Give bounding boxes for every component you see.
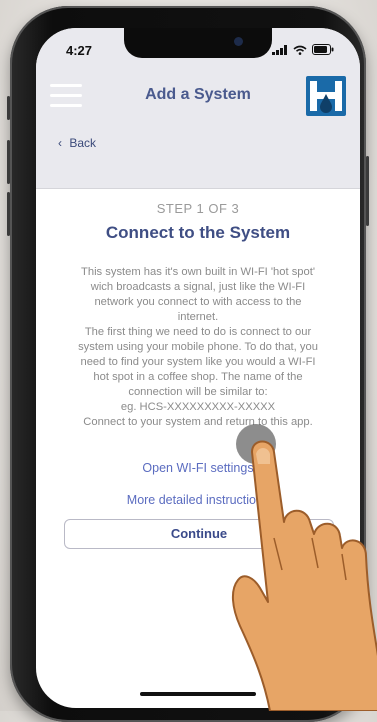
description-line: Connect to your system and return to thi… xyxy=(83,416,313,428)
step-description: This system has it's own built in WI-FI … xyxy=(48,265,348,430)
description-line: connection will be similar to: xyxy=(128,386,268,398)
camera xyxy=(234,37,243,46)
step-counter: STEP 1 OF 3 xyxy=(156,201,240,216)
chevron-left-icon: ‹ xyxy=(58,136,62,150)
description-line: need to find your system like you would … xyxy=(80,356,316,368)
description-line: hot spot in a coffee shop. The name of t… xyxy=(93,371,303,383)
volume-button xyxy=(7,140,10,184)
description-line: internet. xyxy=(177,311,219,323)
description-line: eg. HCS-XXXXXXXXX-XXXXX xyxy=(120,401,276,413)
volume-button xyxy=(7,96,10,120)
back-button[interactable]: ‹ Back xyxy=(58,136,96,150)
status-time: 4:27 xyxy=(66,43,93,58)
volume-button xyxy=(7,192,10,236)
hand-pointer-icon xyxy=(232,440,377,711)
description-line: system using your mobile phone. To do th… xyxy=(78,341,318,353)
description-line: wich broadcasts a signal, just like the … xyxy=(90,281,306,293)
logo-icon xyxy=(306,76,346,116)
signal-icon xyxy=(272,44,287,55)
power-button xyxy=(366,156,369,226)
notch xyxy=(124,28,272,58)
status-icons xyxy=(272,44,334,55)
wifi-icon xyxy=(293,45,307,55)
step-title: Connect to the System xyxy=(105,223,291,242)
back-label: Back xyxy=(69,136,97,150)
description-line: The first thing we need to do is connect… xyxy=(84,326,312,338)
battery-icon xyxy=(312,44,334,55)
description-line: This system has it's own built in WI-FI … xyxy=(81,266,315,278)
description-line: network you connect to with access to th… xyxy=(94,296,302,308)
app-header: 4:27 Add a System ‹ Back xyxy=(36,28,360,189)
